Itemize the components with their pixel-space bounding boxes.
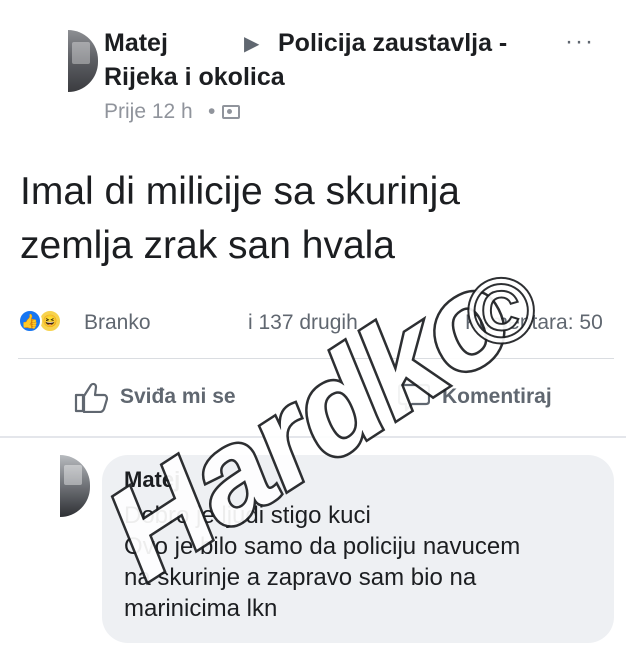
comments-count[interactable]: Komentara: 50 — [465, 311, 603, 335]
commenter-avatar[interactable] — [60, 455, 90, 517]
divider — [18, 358, 614, 359]
comment-icon — [398, 383, 430, 412]
meta-separator: • — [208, 100, 216, 123]
audience-icon — [222, 105, 240, 119]
comment-text: Dobro je ljudi stigo kuci Ovo je bilo sa… — [124, 502, 521, 622]
like-reaction-icon: 👍 — [18, 309, 42, 333]
reaction-names[interactable]: Branko — [84, 311, 151, 335]
more-options-icon[interactable]: ··· — [565, 28, 595, 56]
like-button-label: Sviđa mi se — [120, 385, 236, 408]
comment-button[interactable]: Komentiraj — [398, 380, 552, 414]
share-arrow-icon: ▶ — [244, 33, 260, 55]
author-avatar[interactable] — [68, 30, 98, 92]
post-text: Imal di milicije sa skurinja zemlja zrak… — [20, 170, 460, 267]
comment-author-name[interactable]: Matej — [124, 467, 180, 493]
comment-button-label: Komentiraj — [442, 385, 552, 408]
group-name-line1[interactable]: Policija zaustavlja - — [278, 29, 507, 58]
section-divider — [0, 436, 626, 438]
like-button[interactable]: Sviđa mi se — [74, 380, 236, 414]
post-author-name[interactable]: Matej — [104, 29, 168, 58]
reaction-others-count[interactable]: i 137 drugih — [248, 311, 358, 335]
thumbs-up-icon — [74, 382, 108, 413]
group-name-line2[interactable]: Rijeka i okolica — [104, 63, 285, 92]
post-timestamp[interactable]: Prije 12 h — [104, 100, 193, 124]
